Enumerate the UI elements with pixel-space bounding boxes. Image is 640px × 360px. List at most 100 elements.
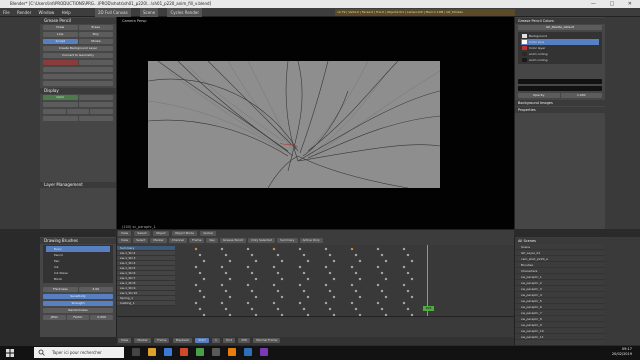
keyframe[interactable] bbox=[410, 277, 414, 280]
panel-header-properties[interactable]: Properties bbox=[515, 107, 605, 113]
keyframe[interactable] bbox=[376, 247, 380, 250]
window-controls[interactable]: — □ ✕ bbox=[591, 0, 638, 8]
keyframe[interactable] bbox=[380, 289, 384, 292]
create-background-layer-button[interactable]: Create Background Layer bbox=[43, 46, 113, 51]
dopesheet-header-button[interactable]: Key bbox=[206, 238, 218, 243]
keyframe[interactable] bbox=[276, 253, 280, 256]
keyframe[interactable] bbox=[406, 307, 410, 310]
keyframe[interactable] bbox=[358, 277, 362, 280]
keyframe[interactable] bbox=[272, 265, 276, 268]
dopesheet-header-button[interactable]: Select bbox=[133, 238, 149, 243]
object-menu[interactable]: Object bbox=[152, 231, 169, 236]
keyframe[interactable] bbox=[406, 271, 410, 274]
keyframe[interactable] bbox=[254, 277, 258, 280]
view-menu[interactable]: View bbox=[118, 231, 132, 236]
layer-toggle-button[interactable] bbox=[43, 60, 78, 65]
keyframe[interactable] bbox=[198, 271, 202, 274]
dopesheet-header-button[interactable]: Frame bbox=[189, 238, 205, 243]
color-swatch[interactable] bbox=[522, 52, 527, 56]
line-button[interactable]: Line bbox=[43, 32, 78, 37]
keyframe[interactable] bbox=[380, 307, 384, 310]
keyframe[interactable] bbox=[276, 289, 280, 292]
keyframe[interactable] bbox=[198, 307, 202, 310]
keyframe[interactable] bbox=[332, 295, 336, 298]
keyframe[interactable] bbox=[280, 295, 284, 298]
keyframe[interactable] bbox=[220, 265, 224, 268]
keyframe[interactable] bbox=[376, 265, 380, 268]
randomness-slider[interactable]: Randomness bbox=[43, 308, 113, 313]
keyframe[interactable] bbox=[224, 289, 228, 292]
dopesheet-header-button[interactable]: Active Only bbox=[299, 238, 323, 243]
app-icon-1[interactable] bbox=[180, 348, 188, 356]
menu-file[interactable]: File bbox=[0, 8, 13, 17]
keyframe[interactable] bbox=[224, 307, 228, 310]
taskbar-search-input[interactable]: Taper ici pour rechercher bbox=[34, 347, 124, 358]
keyframe[interactable] bbox=[298, 283, 302, 286]
keyframe[interactable] bbox=[228, 295, 232, 298]
timeline-playback-menu[interactable]: Playback bbox=[172, 338, 193, 343]
color-slot-1[interactable] bbox=[518, 79, 602, 84]
app-icon-3[interactable] bbox=[212, 348, 220, 356]
keyframe[interactable] bbox=[376, 301, 380, 304]
display-option-3[interactable] bbox=[78, 102, 113, 107]
keyframe[interactable] bbox=[202, 295, 206, 298]
timeline-marker-menu[interactable]: Marker bbox=[134, 338, 151, 343]
tool-option-c[interactable] bbox=[43, 81, 113, 86]
keyframe[interactable] bbox=[194, 301, 198, 304]
keyframe[interactable] bbox=[350, 301, 354, 304]
color-swatch[interactable] bbox=[522, 40, 527, 44]
keyframe[interactable] bbox=[406, 289, 410, 292]
menu-render[interactable]: Render bbox=[14, 8, 34, 17]
taskbar-clock[interactable]: 09:17 20/02/2019 bbox=[612, 347, 632, 357]
display-option-7[interactable] bbox=[43, 116, 78, 121]
color-slot-2[interactable] bbox=[518, 86, 602, 91]
tool-option-a[interactable] bbox=[43, 67, 113, 72]
keyframe[interactable] bbox=[220, 247, 224, 250]
convert-geometry-button[interactable]: Convert to Geometry bbox=[43, 53, 113, 58]
keyframe[interactable] bbox=[250, 253, 254, 256]
timeline-view-menu[interactable]: View bbox=[118, 338, 132, 343]
scene-selector[interactable]: Scene bbox=[139, 8, 159, 17]
keyframe[interactable] bbox=[246, 265, 250, 268]
keyframe[interactable] bbox=[250, 289, 254, 292]
dopesheet-header-button[interactable]: Channel bbox=[168, 238, 188, 243]
strength-slider[interactable]: Strength bbox=[43, 301, 113, 306]
dopesheet-header-button[interactable]: View bbox=[118, 238, 132, 243]
keyframe[interactable] bbox=[384, 259, 388, 262]
keyframe[interactable] bbox=[328, 289, 332, 292]
keyframe[interactable] bbox=[380, 253, 384, 256]
color-swatch[interactable] bbox=[522, 58, 527, 62]
keyframe[interactable] bbox=[194, 265, 198, 268]
keyframe[interactable] bbox=[306, 277, 310, 280]
panel-header-background-images[interactable]: Background Images bbox=[515, 100, 605, 106]
keyframe[interactable] bbox=[332, 277, 336, 280]
keyframe[interactable] bbox=[246, 301, 250, 304]
keyframe[interactable] bbox=[402, 301, 406, 304]
erase-button[interactable]: Erase bbox=[78, 25, 113, 30]
sculpt-button[interactable]: Sculpt bbox=[43, 39, 78, 44]
edge-browser-icon[interactable] bbox=[164, 348, 172, 356]
keyframe[interactable] bbox=[276, 271, 280, 274]
channel-row[interactable]: Casting_1 bbox=[117, 301, 175, 306]
brush-list-item[interactable]: Block bbox=[46, 276, 110, 282]
keyframe[interactable] bbox=[380, 271, 384, 274]
jitter-field[interactable]: Jitter bbox=[43, 315, 66, 320]
keyframe[interactable] bbox=[384, 295, 388, 298]
keyframe[interactable] bbox=[350, 265, 354, 268]
keyframe[interactable] bbox=[202, 277, 206, 280]
layer-option-button[interactable] bbox=[78, 60, 113, 65]
color-layer-row[interactable]: anim coding bbox=[521, 57, 599, 63]
keyframe[interactable] bbox=[402, 265, 406, 268]
outliner-item[interactable]: sw_paraphr_11 bbox=[515, 334, 605, 340]
keyframe[interactable] bbox=[402, 247, 406, 250]
tool-option-b[interactable] bbox=[43, 74, 113, 79]
menu-help[interactable]: Help bbox=[59, 8, 74, 17]
layout-selector[interactable]: 2D Full Canvas bbox=[94, 8, 131, 17]
draw-button[interactable]: Draw bbox=[43, 25, 78, 30]
keyframe[interactable] bbox=[350, 283, 354, 286]
file-explorer-icon[interactable] bbox=[148, 348, 156, 356]
windows-start-icon[interactable] bbox=[6, 349, 14, 357]
keyframe[interactable] bbox=[224, 253, 228, 256]
dopesheet-header-button[interactable]: Grease Pencil bbox=[219, 238, 247, 243]
keyframe[interactable] bbox=[272, 301, 276, 304]
